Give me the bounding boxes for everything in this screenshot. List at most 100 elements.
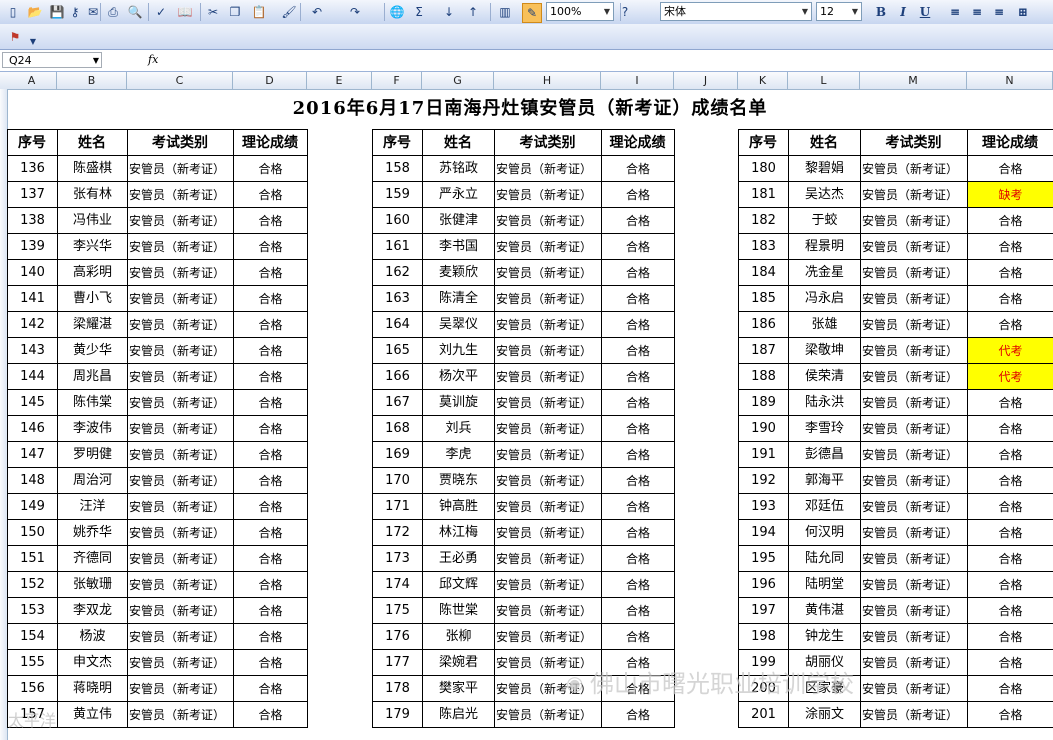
exam-type-cell[interactable]: 安管员（新考证）	[495, 650, 602, 675]
exam-type-cell[interactable]: 安管员（新考证）	[861, 208, 968, 233]
score-cell[interactable]: 合格	[234, 494, 307, 519]
score-cell[interactable]: 合格	[968, 468, 1053, 493]
serial-number-cell[interactable]: 188	[739, 364, 788, 389]
score-cell[interactable]: 合格	[602, 520, 674, 545]
name-cell[interactable]: 何汉明	[789, 520, 860, 545]
serial-number-cell[interactable]: 160	[373, 208, 422, 233]
name-cell[interactable]: 严永立	[423, 182, 494, 207]
name-cell[interactable]: 周兆昌	[58, 364, 127, 389]
score-cell[interactable]: 合格	[968, 598, 1053, 623]
name-box[interactable]: Q24 ▼	[2, 52, 102, 68]
research-icon[interactable]: 📖	[176, 3, 194, 21]
exam-type-cell[interactable]: 安管员（新考证）	[861, 442, 968, 467]
score-cell[interactable]: 合格	[602, 624, 674, 649]
score-cell[interactable]: 合格	[968, 520, 1053, 545]
chevron-down-icon[interactable]: ▼	[849, 3, 861, 20]
name-cell[interactable]: 李书国	[423, 234, 494, 259]
exam-type-cell[interactable]: 安管员（新考证）	[861, 624, 968, 649]
exam-type-cell[interactable]: 安管员（新考证）	[495, 208, 602, 233]
name-cell[interactable]: 钟高胜	[423, 494, 494, 519]
exam-type-cell[interactable]: 安管员（新考证）	[861, 156, 968, 181]
score-cell[interactable]: 合格	[602, 546, 674, 571]
exam-type-cell[interactable]: 安管员（新考证）	[861, 468, 968, 493]
name-cell[interactable]: 汪洋	[58, 494, 127, 519]
exam-type-cell[interactable]: 安管员（新考证）	[495, 182, 602, 207]
column-header-i[interactable]: I	[601, 72, 674, 89]
column-header-l[interactable]: L	[788, 72, 860, 89]
serial-number-cell[interactable]: 141	[8, 286, 57, 311]
score-cell[interactable]: 合格	[602, 156, 674, 181]
score-cell[interactable]: 合格	[968, 494, 1053, 519]
chevron-down-icon[interactable]: ▼	[799, 3, 811, 20]
italic-icon[interactable]: I	[894, 3, 912, 21]
name-cell[interactable]: 张雄	[789, 312, 860, 337]
name-cell[interactable]: 陆允同	[789, 546, 860, 571]
name-cell[interactable]: 莫训旋	[423, 390, 494, 415]
merge-center-icon[interactable]: ⊞	[1014, 3, 1032, 21]
serial-number-cell[interactable]: 193	[739, 494, 788, 519]
serial-number-cell[interactable]: 191	[739, 442, 788, 467]
name-cell[interactable]: 黄伟湛	[789, 598, 860, 623]
name-cell[interactable]: 曹小飞	[58, 286, 127, 311]
score-cell[interactable]: 合格	[602, 364, 674, 389]
score-cell[interactable]: 合格	[602, 702, 674, 727]
serial-number-cell[interactable]: 151	[8, 546, 57, 571]
name-cell[interactable]: 张健津	[423, 208, 494, 233]
serial-number-cell[interactable]: 172	[373, 520, 422, 545]
name-cell[interactable]: 罗明健	[58, 442, 127, 467]
score-cell[interactable]: 合格	[234, 520, 307, 545]
align-center-icon[interactable]: ≡	[968, 3, 986, 21]
bold-icon[interactable]: B	[872, 3, 890, 21]
exam-type-cell[interactable]: 安管员（新考证）	[861, 338, 968, 363]
font-name-combo[interactable]: 宋体 ▼	[660, 2, 812, 21]
exam-type-cell[interactable]: 安管员（新考证）	[861, 702, 968, 727]
name-cell[interactable]: 陈盛棋	[58, 156, 127, 181]
hyperlink-icon[interactable]: 🌐	[388, 3, 406, 21]
toolbar-options-icon[interactable]: ▼	[28, 36, 38, 46]
help-icon[interactable]: ?	[616, 3, 634, 21]
name-cell[interactable]: 林江梅	[423, 520, 494, 545]
exam-type-cell[interactable]: 安管员（新考证）	[495, 286, 602, 311]
exam-type-cell[interactable]: 安管员（新考证）	[861, 520, 968, 545]
sort-descending-icon[interactable]: ↑	[464, 3, 482, 21]
score-cell[interactable]: 合格	[602, 182, 674, 207]
column-header-d[interactable]: D	[233, 72, 307, 89]
serial-number-cell[interactable]: 175	[373, 598, 422, 623]
exam-type-cell[interactable]: 安管员（新考证）	[495, 494, 602, 519]
name-cell[interactable]: 邱文辉	[423, 572, 494, 597]
column-header-f[interactable]: F	[372, 72, 422, 89]
name-cell[interactable]: 郭海平	[789, 468, 860, 493]
score-cell[interactable]: 代考	[968, 338, 1053, 363]
name-cell[interactable]: 张敏珊	[58, 572, 127, 597]
exam-type-cell[interactable]: 安管员（新考证）	[128, 312, 234, 337]
exam-type-cell[interactable]: 安管员（新考证）	[861, 494, 968, 519]
score-cell[interactable]: 合格	[234, 624, 307, 649]
chevron-down-icon[interactable]: ▼	[93, 53, 99, 69]
serial-number-cell[interactable]: 139	[8, 234, 57, 259]
serial-number-cell[interactable]: 167	[373, 390, 422, 415]
name-cell[interactable]: 王必勇	[423, 546, 494, 571]
column-header-h[interactable]: H	[494, 72, 601, 89]
serial-number-cell[interactable]: 156	[8, 676, 57, 701]
exam-type-cell[interactable]: 安管员（新考证）	[495, 702, 602, 727]
score-cell[interactable]: 合格	[602, 494, 674, 519]
exam-type-cell[interactable]: 安管员（新考证）	[128, 676, 234, 701]
name-cell[interactable]: 陈世棠	[423, 598, 494, 623]
serial-number-cell[interactable]: 189	[739, 390, 788, 415]
exam-type-cell[interactable]: 安管员（新考证）	[128, 598, 234, 623]
name-cell[interactable]: 刘兵	[423, 416, 494, 441]
score-cell[interactable]: 合格	[234, 572, 307, 597]
paste-icon[interactable]: 📋	[250, 3, 268, 21]
serial-number-cell[interactable]: 169	[373, 442, 422, 467]
score-cell[interactable]: 合格	[234, 286, 307, 311]
serial-number-cell[interactable]: 185	[739, 286, 788, 311]
score-cell[interactable]: 合格	[968, 416, 1053, 441]
serial-number-cell[interactable]: 183	[739, 234, 788, 259]
serial-number-cell[interactable]: 179	[373, 702, 422, 727]
exam-type-cell[interactable]: 安管员（新考证）	[495, 520, 602, 545]
name-cell[interactable]: 陈伟棠	[58, 390, 127, 415]
score-cell[interactable]: 合格	[968, 546, 1053, 571]
score-cell[interactable]: 合格	[234, 182, 307, 207]
name-cell[interactable]: 李双龙	[58, 598, 127, 623]
score-cell[interactable]: 合格	[234, 468, 307, 493]
